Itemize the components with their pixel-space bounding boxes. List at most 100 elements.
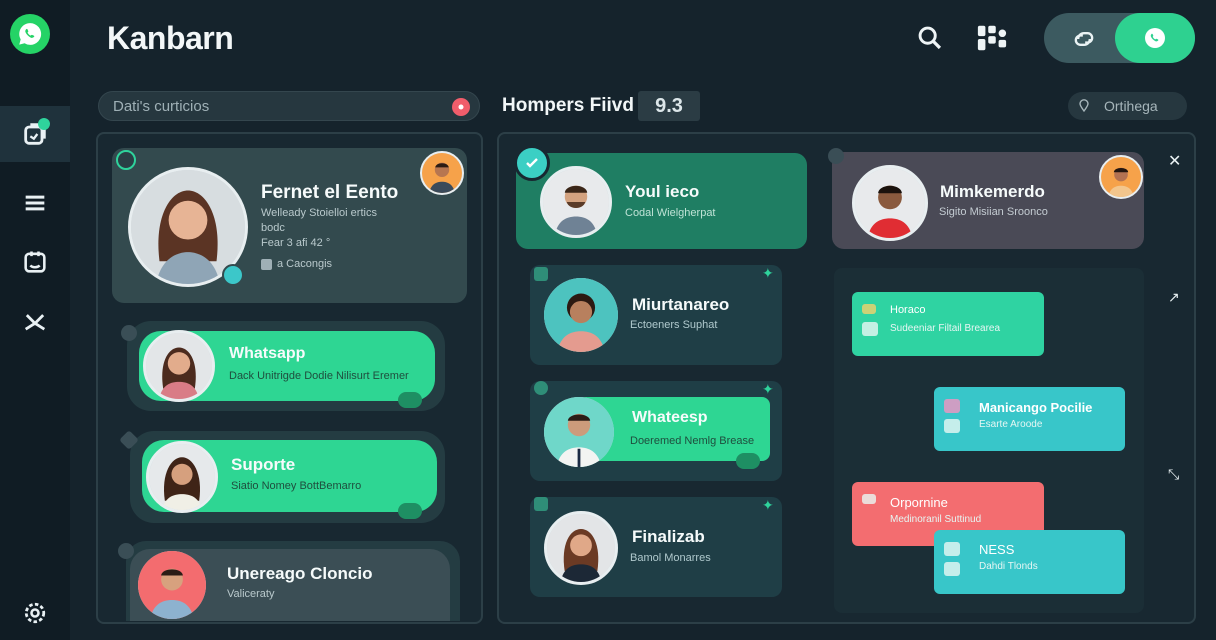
search-input[interactable]: Dati's curticios [98, 91, 480, 121]
card-title: Youl ieco [625, 182, 700, 201]
sidebar-item-chats[interactable] [0, 106, 70, 162]
assignee-avatar [1099, 155, 1143, 199]
link-icon [1074, 32, 1094, 46]
app-title: Kanbarn [107, 20, 234, 56]
status-icon [118, 543, 134, 559]
whatsapp-icon [1145, 28, 1165, 48]
whatsapp-logo-icon[interactable] [10, 14, 50, 54]
doc-icon [944, 419, 960, 433]
sidebar-item-calendar[interactable] [0, 234, 70, 290]
card-title: Suporte [231, 455, 296, 474]
card-title: Miurtanareo [632, 295, 730, 314]
image-icon [944, 542, 960, 556]
status-icon [828, 148, 844, 164]
card-subtitle: Ectoeners Suphat [630, 319, 718, 331]
image-icon [862, 494, 876, 504]
status-icon [534, 381, 548, 395]
status-icon [534, 267, 548, 281]
whatsapp-toggle-on[interactable] [1115, 13, 1195, 63]
chat-bubble[interactable]: NESS Dahdi Tlonds [934, 530, 1125, 594]
card-title: Whatsapp [229, 345, 306, 362]
card-title: Finalizab [632, 527, 705, 546]
task-card[interactable]: Suporte Siatio Nomey BottBemarro [119, 430, 445, 523]
status-icon [121, 325, 137, 341]
card-title: Unereago Cloncio [227, 564, 373, 583]
card-meta: a Cacongis [277, 258, 333, 270]
bubble-subtitle: Dahdi Tlonds [979, 561, 1038, 572]
calendar-icon [24, 251, 46, 273]
card-subtitle: Codal Wielgherpat [625, 207, 716, 219]
chat-bubble[interactable]: Manicango Pocilie Esarte Aroode [934, 387, 1125, 451]
chat-bubble[interactable]: Horaco Sudeeniar Filtail Brearea [852, 292, 1044, 356]
task-card[interactable]: Whatsapp Dack Unitrigde Dodie Nilisurt E… [121, 321, 445, 411]
grid-icon[interactable] [976, 20, 1008, 56]
task-card[interactable]: ✦ Finalizab Bamol Monarres [530, 497, 782, 597]
sidebar-item-download[interactable] [0, 293, 70, 349]
expand-icon[interactable]: ↗ [1168, 289, 1180, 306]
clear-search-icon[interactable] [452, 98, 470, 116]
location-filter[interactable]: Ortihega [1068, 92, 1187, 120]
avatar [146, 441, 218, 513]
location-filter-label: Ortihega [1104, 98, 1158, 114]
status-icon [534, 497, 548, 511]
search-icon[interactable] [914, 20, 946, 56]
task-card[interactable]: ✦ Miurtanareo Ectoeners Suphat [530, 265, 782, 365]
avatar [544, 511, 618, 585]
card-title: Fernet el Eento [261, 182, 399, 203]
avatar [852, 165, 928, 241]
sparkle-icon: ✦ [762, 381, 774, 397]
online-badge [222, 264, 244, 286]
card-subtitle: Siatio Nomey BottBemarro [231, 480, 362, 492]
bubble-subtitle: Sudeeniar Filtail Brearea [890, 323, 1001, 334]
bubble-title: NESS [979, 542, 1015, 557]
avatar [143, 330, 215, 402]
mode-toggle[interactable] [1044, 13, 1195, 63]
notification-dot [38, 118, 50, 130]
featured-card[interactable]: Fernet el Eento Welleady Stoielloi ertic… [112, 148, 467, 303]
task-card[interactable]: ✦ Whateesp Doeremed Nemlg Brease [530, 381, 782, 481]
sidebar-item-settings[interactable] [0, 585, 70, 640]
pin-icon [1079, 99, 1089, 112]
assignee-avatar [420, 151, 464, 195]
avatar [544, 278, 618, 352]
task-card[interactable]: Youl ieco Codal Wielgherpat [514, 145, 807, 249]
sparkle-icon: ✦ [762, 497, 774, 513]
image-icon [862, 322, 878, 336]
sparkle-icon: ✦ [762, 265, 774, 281]
bubble-subtitle: Esarte Aroode [979, 419, 1043, 430]
sidebar-item-menu[interactable] [0, 175, 70, 231]
doc-icon [944, 562, 960, 576]
avatar [544, 397, 614, 467]
card-subtitle: Bamol Monarres [630, 552, 711, 564]
message-count-icon [398, 392, 422, 408]
close-icon[interactable]: ✕ [1168, 151, 1181, 171]
card-subtitle: Valiceraty [227, 588, 275, 600]
card-title: Mimkemerdo [940, 182, 1045, 201]
bubble-subtitle: Medinoranil Suttinud [890, 514, 982, 525]
card-detail: bodc [261, 222, 285, 234]
gear-icon [24, 602, 46, 624]
sidebar [0, 0, 70, 640]
download-icon [24, 314, 46, 331]
avatar [138, 551, 206, 619]
card-subtitle: Dack Unitrigde Dodie Nilisurt Eremer [229, 370, 409, 382]
menu-icon [25, 195, 45, 211]
bulb-icon [862, 304, 876, 314]
bubble-title: Manicango Pocilie [979, 400, 1093, 415]
board-count: 9.3 [638, 91, 700, 121]
avatar [540, 166, 612, 238]
search-input-text: Dati's curticios [113, 98, 210, 115]
task-card[interactable]: Mimkemerdo Sigito Misiian Sroonco [828, 148, 1144, 249]
task-card[interactable]: Unereago Cloncio Valiceraty [118, 541, 460, 621]
collapse-icon[interactable]: ⤡ [1168, 466, 1179, 483]
check-icon[interactable] [514, 145, 550, 181]
status-icon [116, 150, 136, 170]
card-title: Whateesp [632, 409, 708, 426]
card-detail: Fear 3 afi 42 ° [261, 237, 331, 249]
image-icon [944, 399, 960, 413]
tag-icon [261, 259, 272, 270]
card-subtitle: Doeremed Nemlg Brease [630, 435, 755, 447]
message-count-icon [736, 453, 760, 469]
bubble-title: Horaco [890, 304, 926, 316]
message-count-icon [398, 503, 422, 519]
